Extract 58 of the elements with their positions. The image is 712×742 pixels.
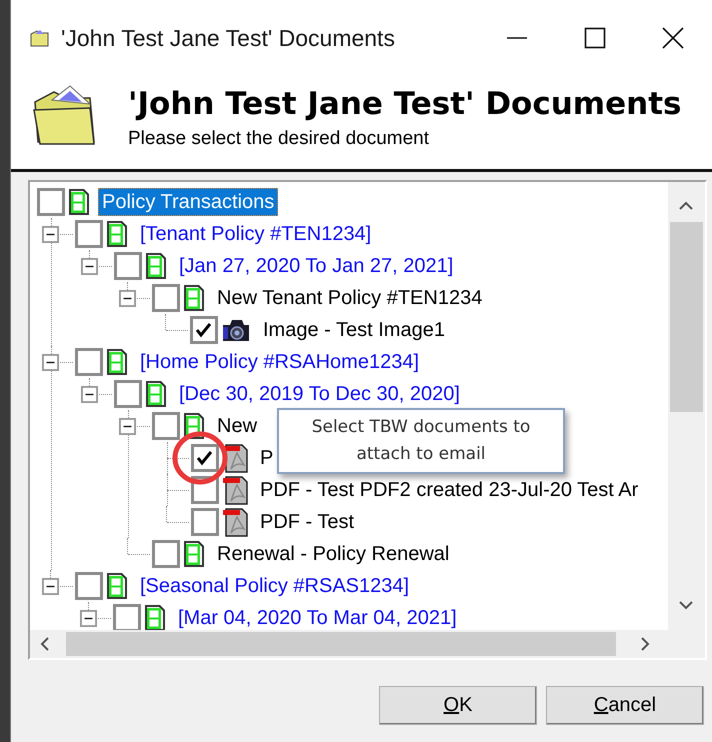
tree-item[interactable]: Image - Test Image1 [259,316,449,344]
tree-item[interactable]: Policy Transactions [98,188,278,216]
dialog-subtitle: Please select the desired document [128,128,430,150]
tree-item[interactable]: [Dec 30, 2019 To Dec 30, 2020] [175,380,464,408]
document-icon [183,284,205,312]
checkbox[interactable] [152,412,180,440]
tree-item[interactable]: [Home Policy #RSAHome1234] [136,348,424,376]
tree-item[interactable]: P [256,444,278,472]
tree-item[interactable]: Renewal - Policy Renewal [213,540,454,568]
checkbox[interactable] [152,284,180,312]
folder-icon [29,28,51,48]
document-icon [106,220,128,248]
document-icon [145,252,167,280]
highlight-circle [172,431,228,485]
maximize-icon[interactable] [584,27,606,49]
collapse-icon[interactable] [119,290,136,307]
tree-item[interactable]: New Tenant Policy #TEN1234 [213,284,486,312]
collapse-icon[interactable] [81,386,98,403]
collapse-icon[interactable] [80,610,97,627]
camera-icon [221,317,251,343]
collapse-icon[interactable] [42,578,59,595]
checkbox[interactable] [75,348,103,376]
collapse-icon[interactable] [81,258,98,275]
pdf-icon [222,443,248,473]
checkbox[interactable] [75,220,103,248]
tree-item[interactable]: [Mar 04, 2020 To Mar 04, 2021] [174,604,461,630]
checkbox[interactable] [190,316,218,344]
checkbox[interactable] [114,380,142,408]
checkbox[interactable] [75,572,103,600]
tree-item[interactable]: New [213,412,262,440]
window-title: 'John Test Jane Test' Documents [61,24,396,52]
collapse-icon[interactable] [42,226,59,243]
pdf-icon [222,475,248,505]
checkbox[interactable] [191,508,219,536]
tree-item[interactable]: PDF - Test PDF2 created 23-Jul-20 Test Ar [256,476,642,504]
pdf-icon [222,507,248,537]
document-icon [144,604,166,630]
document-icon [106,572,128,600]
collapse-icon[interactable] [119,418,136,435]
folder-icon [32,84,98,146]
checkbox[interactable] [152,540,180,568]
tooltip: Select TBW documents to attach to email [277,408,565,474]
document-icon [145,380,167,408]
tree-item[interactable]: [Seasonal Policy #RSAS1234] [136,572,414,600]
checkbox[interactable] [37,188,65,216]
tree-item[interactable]: [Tenant Policy #TEN1234] [136,220,376,248]
close-icon[interactable] [662,27,684,49]
tree-item[interactable]: [Jan 27, 2020 To Jan 27, 2021] [175,252,458,280]
ok-button[interactable]: OK [379,686,537,725]
checkbox[interactable] [191,444,219,472]
checkbox[interactable] [114,252,142,280]
document-icon [68,188,90,216]
cancel-button[interactable]: Cancel [546,686,704,725]
document-icon [183,540,205,568]
dialog-heading: 'John Test Jane Test' Documents [128,86,682,122]
document-icon [106,348,128,376]
collapse-icon[interactable] [42,354,59,371]
tree-item[interactable]: PDF - Test [256,508,358,536]
